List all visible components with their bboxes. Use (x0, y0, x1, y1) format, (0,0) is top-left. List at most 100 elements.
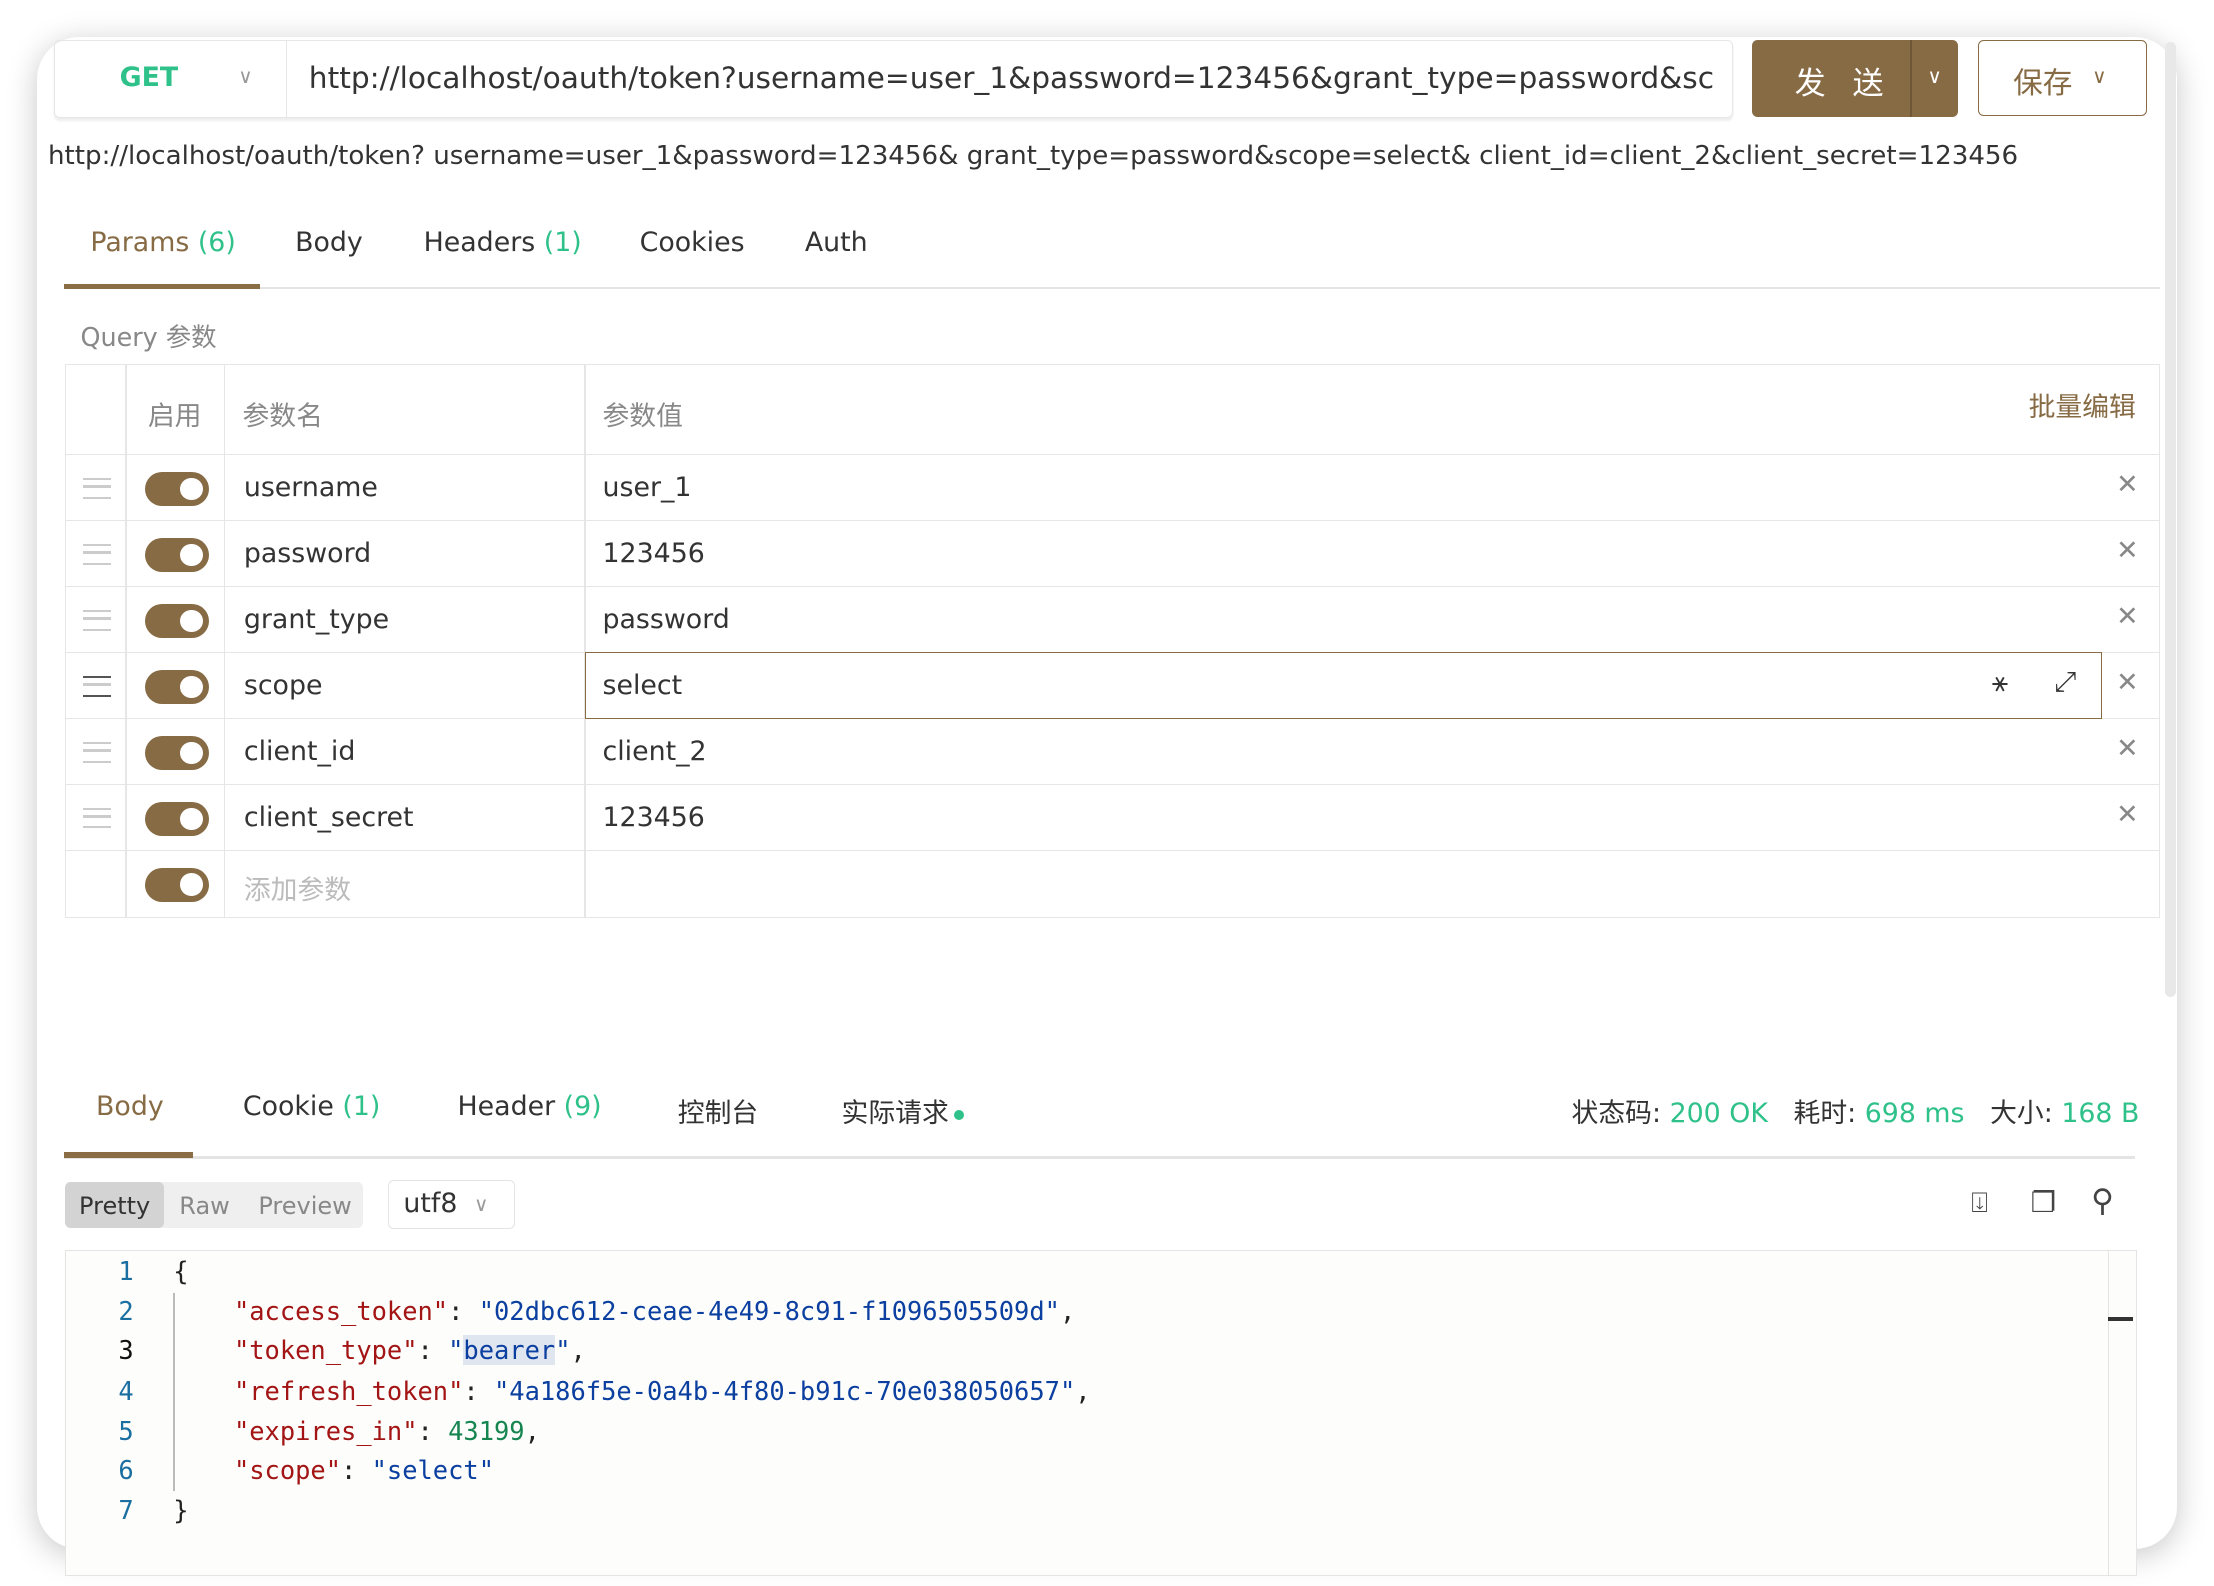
tab-params[interactable]: Params (6) (90, 227, 235, 258)
param-name[interactable]: client_secret (244, 802, 414, 833)
tab-label: Header (457, 1091, 556, 1123)
save-button[interactable]: 保存 ∨ (1978, 39, 2147, 117)
param-value[interactable]: client_2 (602, 736, 706, 767)
param-name[interactable]: password (244, 538, 371, 569)
enable-toggle[interactable] (145, 801, 209, 836)
line-number: 7 (118, 1494, 134, 1525)
drag-handle-icon[interactable] (82, 477, 112, 499)
tab-auth[interactable]: Auth (805, 227, 868, 258)
status-dot-icon (954, 1110, 965, 1120)
full-url-preview: http://localhost/oauth/token? username=u… (48, 141, 2019, 172)
resp-tab-body[interactable]: Body (96, 1091, 164, 1122)
param-row: client_id client_2 ✕ (65, 717, 2159, 784)
add-param-input[interactable]: 添加参数 (244, 868, 351, 907)
url-input[interactable]: http://localhost/oauth/token?username=us… (309, 60, 1715, 95)
param-value[interactable]: user_1 (602, 472, 691, 503)
tab-label: Auth (804, 227, 868, 259)
params-table: 启用 参数名 参数值 批量编辑 username user_1 ✕ password 1… (64, 364, 2160, 919)
add-param-row: 添加参数 (65, 849, 2159, 916)
bulk-edit-link[interactable]: 批量编辑 (2029, 385, 2136, 424)
column-header-value: 参数值 (602, 400, 683, 432)
drag-handle-icon[interactable] (82, 675, 112, 697)
enable-toggle[interactable] (145, 735, 209, 770)
param-value[interactable]: 123456 (602, 802, 704, 833)
tab-body[interactable]: Body (295, 227, 363, 258)
resp-tab-header[interactable]: Header (9) (457, 1091, 601, 1122)
status-code: 200 OK (1669, 1098, 1768, 1130)
chevron-down-icon: ∨ (238, 64, 253, 88)
line-number: 6 (118, 1455, 134, 1486)
line-number: 4 (118, 1376, 134, 1407)
mode-pretty[interactable]: Pretty (79, 1192, 150, 1220)
enable-toggle[interactable] (145, 538, 209, 572)
chevron-down-icon: ∨ (474, 1192, 489, 1216)
json-key: "token_type" (233, 1335, 418, 1366)
json-string: "4a186f5e-0a4b-4f80-b91c-70e038050657" (494, 1376, 1076, 1407)
code-line: { (173, 1256, 189, 1287)
drag-handle-icon[interactable] (82, 741, 112, 763)
minimap-border (2107, 1250, 2110, 1576)
enable-toggle[interactable] (145, 669, 209, 704)
json-key: "refresh_token" (233, 1376, 464, 1407)
tab-headers[interactable]: Headers (1) (424, 227, 582, 258)
delete-icon[interactable]: ✕ (2116, 535, 2138, 566)
method-label: GET (119, 61, 179, 93)
download-icon[interactable]: ⍗ (1971, 1186, 1988, 1220)
tab-label: Cookies (639, 227, 745, 259)
tabs-divider (63, 286, 2161, 290)
param-value[interactable]: select (602, 670, 682, 701)
tab-cookies[interactable]: Cookies (640, 227, 745, 258)
encoding-select[interactable]: utf8 ∨ (388, 1180, 515, 1230)
indent-guide (173, 1292, 175, 1491)
json-string: "02dbc612-ceae-4e49-8c91-f1096505509d" (478, 1295, 1060, 1326)
delete-icon[interactable]: ✕ (2116, 667, 2138, 698)
url-bar: GET ∨ http://localhost/oauth/token?usern… (53, 39, 1734, 118)
divider (1910, 39, 1912, 118)
param-name[interactable]: username (244, 472, 378, 503)
delete-icon[interactable]: ✕ (2116, 799, 2138, 830)
send-button[interactable]: 发 送 ∨ (1752, 39, 1959, 118)
response-body-editor[interactable]: 1 2 3 4 5 6 7 { "access_token": "02dbc61… (64, 1249, 2137, 1577)
drag-handle-icon[interactable] (82, 807, 112, 829)
column-header-name: 参数名 (242, 400, 323, 432)
method-select[interactable]: GET ∨ (55, 40, 288, 117)
code-line: "scope": "select" (233, 1455, 494, 1486)
param-row: scope select ✕ (65, 652, 2159, 718)
resp-tab-console[interactable]: 控制台 (678, 1091, 758, 1130)
enable-toggle[interactable] (145, 604, 209, 638)
column-header-enabled: 启用 (147, 400, 202, 432)
tabs-divider (63, 1156, 2135, 1160)
scrollbar[interactable] (2164, 42, 2176, 997)
copy-icon[interactable]: ❐ (2030, 1186, 2055, 1219)
tab-count: (1) (342, 1091, 381, 1123)
tab-count: (1) (543, 227, 582, 259)
search-icon[interactable]: ⚲ (2091, 1183, 2114, 1219)
encoding-value: utf8 (403, 1188, 458, 1220)
param-value[interactable]: 123456 (602, 538, 704, 569)
delete-icon[interactable]: ✕ (2116, 469, 2138, 500)
tab-label: Body (96, 1091, 164, 1123)
scroll-marker[interactable] (2107, 1316, 2134, 1322)
send-options-chevron-icon[interactable]: ∨ (1927, 65, 1941, 88)
param-name[interactable]: client_id (244, 736, 356, 767)
mode-raw[interactable]: Raw (179, 1192, 229, 1220)
mode-preview[interactable]: Preview (258, 1192, 351, 1220)
line-number: 5 (118, 1415, 134, 1446)
tab-label: Cookie (242, 1091, 334, 1123)
param-name[interactable]: grant_type (244, 604, 389, 635)
resp-tab-actual-request[interactable]: 实际请求 (842, 1091, 965, 1130)
resp-tab-cookie[interactable]: Cookie (1) (243, 1091, 381, 1122)
enable-toggle[interactable] (145, 472, 209, 507)
drag-handle-icon[interactable] (82, 609, 112, 631)
chevron-down-icon: ∨ (2092, 64, 2107, 88)
enable-toggle[interactable] (145, 867, 209, 902)
delete-icon[interactable]: ✕ (2116, 733, 2138, 764)
send-label: 发 送 (1794, 65, 1893, 102)
delete-icon[interactable]: ✕ (2116, 601, 2138, 632)
tab-label: 实际请求 (841, 1098, 949, 1130)
drag-handle-icon[interactable] (82, 543, 112, 565)
line-number: 1 (118, 1256, 134, 1287)
param-name[interactable]: scope (244, 670, 323, 701)
code-line: "refresh_token": "4a186f5e-0a4b-4f80-b91… (233, 1376, 1091, 1407)
param-value[interactable]: password (602, 604, 729, 635)
